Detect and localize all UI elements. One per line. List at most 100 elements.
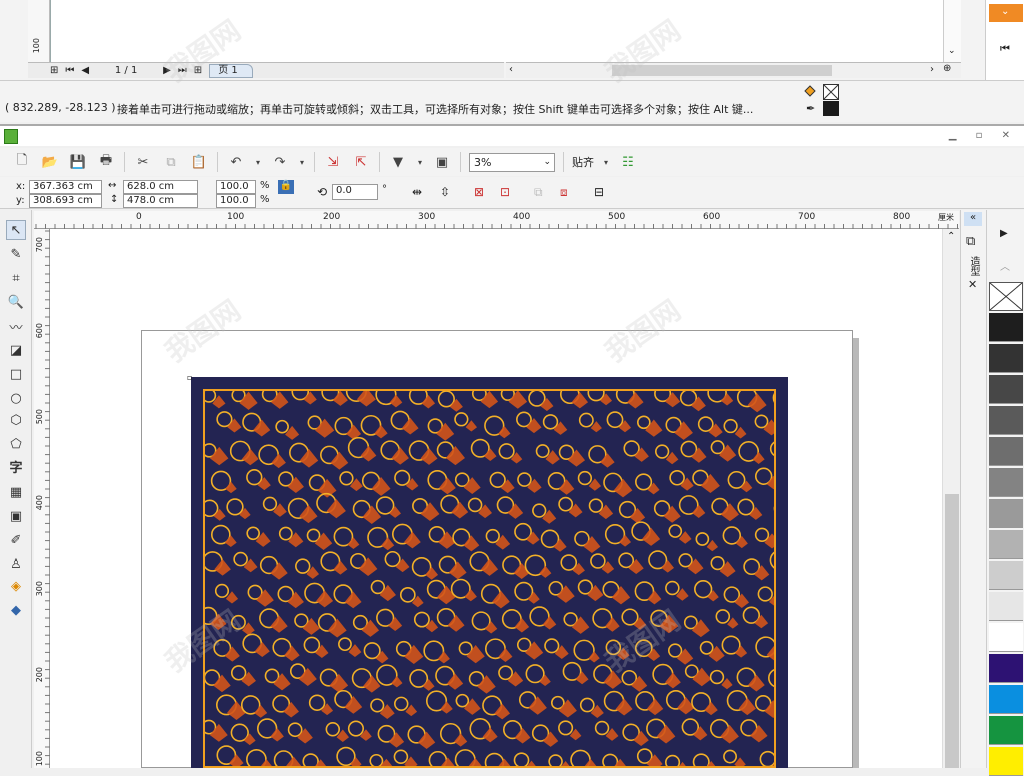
y-position-field[interactable]: 308.693 cm [29,194,102,208]
align-distribute-icon[interactable]: ⊟ [594,185,604,199]
palette-swatch[interactable] [989,375,1023,404]
prev-vertical-scrollbar[interactable]: ⌄ [943,0,961,62]
scale-x-field[interactable]: 100.0 [216,180,256,194]
palette-swatch[interactable] [989,623,1023,652]
open-folder-icon[interactable]: 📂 [40,152,60,172]
scroll-thumb[interactable] [612,65,832,76]
palette-scroll-up-icon[interactable]: ︿ [1000,258,1010,273]
outline-pen-tool-icon[interactable]: ♙ [6,554,26,574]
import-icon[interactable]: ⇲ [323,152,343,172]
shaping-docker-icon[interactable]: ⧉ [966,234,975,249]
zoom-nav-icon[interactable]: ⊕ [943,63,951,74]
scroll-right-icon[interactable]: › [930,64,934,75]
prev-page-icon[interactable]: ◀ [81,65,89,76]
export-icon[interactable]: ⇱ [351,152,371,172]
palette-swatch[interactable] [989,313,1023,342]
ungroup-all-icon[interactable]: ⊡ [500,185,510,199]
palette-swatch[interactable] [989,530,1023,559]
rectangle-tool-icon[interactable]: □ [6,364,26,384]
redo-icon[interactable]: ↷ [270,152,290,172]
add-page-after-icon[interactable]: ⊞ [194,65,202,76]
freehand-tool-icon[interactable]: 〰 [6,316,26,336]
outline-color-swatch[interactable] [823,101,839,116]
page-tab[interactable]: 页 1 [209,63,253,78]
mirror-horizontal-icon[interactable]: ⇹ [412,185,422,199]
close-docker-icon[interactable]: ✕ [968,278,977,291]
palette-swatch[interactable] [989,344,1023,373]
redo-dropdown-icon[interactable]: ▾ [298,152,306,172]
zoom-tool-icon[interactable]: 🔍 [6,292,26,312]
new-document-icon[interactable]: 🗋 [12,152,32,172]
vertical-scrollbar[interactable]: ⌃ [942,229,960,768]
width-icon: ↔ [108,180,117,191]
options-icon[interactable]: ☷ [618,152,638,172]
snap-dropdown-icon[interactable]: ▾ [602,152,610,172]
crop-tool-icon[interactable]: ⌗ [6,268,26,288]
print-icon[interactable]: 🖶 [96,152,116,172]
welcome-screen-icon[interactable]: ▣ [432,152,452,172]
palette-swatch[interactable] [989,468,1023,497]
palette-swatch[interactable] [989,437,1023,466]
break-apart-icon[interactable]: ⧈ [560,185,568,200]
snap-to-menu[interactable]: 贴齐 [572,154,594,170]
prev-orange-button[interactable]: ⌄ [989,4,1023,22]
collapse-docker-icon[interactable]: « [964,212,982,226]
palette-swatch[interactable] [989,406,1023,435]
next-page-icon[interactable]: ▶ [163,65,171,76]
prev-canvas[interactable] [50,0,943,62]
smart-fill-tool-icon[interactable]: ◪ [6,340,26,360]
text-tool-icon[interactable]: 字 [6,456,26,476]
first-page-icon[interactable]: ⏮ [65,65,74,76]
width-field[interactable]: 628.0 cm [123,180,198,194]
palette-swatch[interactable] [989,685,1023,714]
scroll-down-icon[interactable]: ⌄ [948,46,956,56]
polygon-tool-icon[interactable]: ⬡ [6,410,26,430]
pick-tool-icon[interactable]: ↖ [6,220,26,240]
scroll-thumb[interactable] [945,494,959,768]
cut-icon[interactable]: ✂ [133,152,153,172]
window-controls[interactable]: ▁ ▫ ✕ [949,130,1018,141]
scroll-up-icon[interactable]: ⌃ [947,231,955,242]
x-position-field[interactable]: 367.363 cm [29,180,102,194]
undo-icon[interactable]: ↶ [226,152,246,172]
publish-dropdown-icon[interactable]: ▾ [416,152,424,172]
combine-icon[interactable]: ⧉ [534,185,543,200]
rotation-field[interactable]: 0.0 [332,184,378,200]
publish-icon[interactable]: ▼ [388,152,408,172]
prev-horizontal-scrollbar[interactable]: ‹ › ⊕ [506,62,961,78]
paste-icon[interactable]: 📋 [189,152,209,172]
palette-swatch[interactable] [989,747,1023,776]
selection-handle[interactable]: ▫ [187,373,192,382]
scale-y-field[interactable]: 100.0 [216,194,256,208]
skip-end-icon[interactable]: ⏮ [1000,42,1010,56]
lock-ratio-icon[interactable]: 🔒 [278,180,294,194]
rug-pattern-field[interactable] [203,389,776,768]
undo-dropdown-icon[interactable]: ▾ [254,152,262,172]
mirror-vertical-icon[interactable]: ⇳ [440,185,450,199]
add-page-icon[interactable]: ⊞ [50,65,58,76]
docker-tab-shaping[interactable]: 造型 [966,256,981,276]
interactive-tool-icon[interactable]: ▣ [6,506,26,526]
palette-flyout-icon[interactable]: ▶ [1000,228,1008,239]
palette-swatch[interactable] [989,716,1023,745]
last-page-icon[interactable]: ⏭ [178,65,187,76]
interactive-fill-tool-icon[interactable]: ◆ [6,600,26,620]
table-tool-icon[interactable]: ▦ [6,482,26,502]
palette-swatch[interactable] [989,654,1023,683]
copy-icon[interactable]: ⧉ [161,152,181,172]
shape-tool-icon[interactable]: ✎ [6,244,26,264]
ungroup-icon[interactable]: ⊠ [474,185,484,199]
basic-shapes-tool-icon[interactable]: ⬠ [6,434,26,454]
fill-tool-icon[interactable]: ◈ [6,576,26,596]
no-fill-swatch[interactable] [823,84,839,100]
palette-swatch[interactable] [989,499,1023,528]
palette-swatch[interactable] [989,561,1023,590]
ellipse-tool-icon[interactable]: ○ [6,388,26,408]
zoom-level-select[interactable]: 3% ⌄ [469,152,555,172]
eyedropper-tool-icon[interactable]: ✐ [6,530,26,550]
scroll-left-icon[interactable]: ‹ [509,64,513,75]
save-icon[interactable]: 💾 [68,152,88,172]
palette-swatch[interactable] [989,592,1023,621]
no-color-swatch[interactable] [989,282,1023,311]
height-field[interactable]: 478.0 cm [123,194,198,208]
